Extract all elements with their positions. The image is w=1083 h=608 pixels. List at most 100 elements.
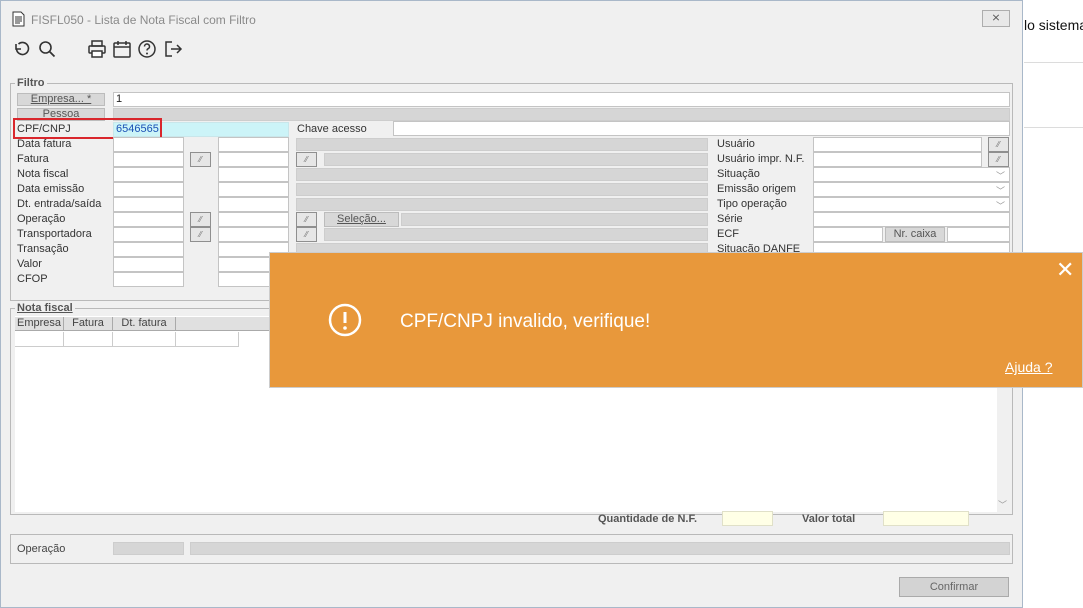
operacao-status-description	[190, 542, 1010, 555]
operacao-status-label: Operação	[17, 543, 66, 555]
error-toast: CPF/CNPJ invalido, verifique! Ajuda ? ✕	[269, 252, 1083, 388]
calendar-icon[interactable]	[112, 39, 132, 59]
data-fatura-to[interactable]	[218, 137, 289, 152]
operacao-from[interactable]	[113, 212, 184, 227]
serie-label: Série	[717, 213, 743, 225]
valor-total-field	[883, 511, 969, 526]
data-fatura-label: Data fatura	[17, 138, 72, 150]
usuario-impr-field[interactable]	[813, 152, 982, 167]
situacao-select[interactable]	[813, 167, 1010, 182]
search-icon[interactable]	[37, 39, 57, 59]
transportadora-from[interactable]	[113, 227, 184, 242]
nota-fiscal-from[interactable]	[113, 167, 184, 182]
usuario-field[interactable]	[813, 137, 982, 152]
table-cell[interactable]	[15, 332, 64, 347]
chevron-down-icon: ﹀	[996, 186, 1006, 196]
help-icon[interactable]	[137, 39, 157, 59]
middle-grey-field	[324, 228, 708, 241]
transportadora-lookup-button[interactable]: ⁄⁄	[190, 227, 211, 242]
empresa-field[interactable]: 1	[113, 92, 1010, 107]
data-emissao-label: Data emissão	[17, 183, 85, 195]
situacao-label: Situação	[717, 168, 760, 180]
fatura-to[interactable]	[218, 152, 289, 167]
data-emissao-from[interactable]	[113, 182, 184, 197]
title-bar: FISFL050 - Lista de Nota Fiscal com Filt…	[1, 1, 1022, 35]
nota-fiscal-label: Nota fiscal	[17, 168, 69, 180]
middle-grey-field	[296, 198, 708, 211]
ecf-field[interactable]	[813, 227, 883, 242]
confirmar-button[interactable]: Confirmar	[899, 577, 1009, 597]
background-divider	[1024, 127, 1083, 128]
transportadora-to[interactable]	[218, 227, 289, 242]
chave-acesso-label: Chave acesso	[297, 123, 367, 135]
filter-legend: Filtro	[15, 77, 47, 89]
usuario-lookup-button[interactable]: ⁄⁄	[988, 137, 1009, 152]
tipo-operacao-select[interactable]	[813, 197, 1010, 212]
column-header-empresa[interactable]: Empresa	[15, 317, 64, 331]
scroll-down-icon[interactable]: ﹀	[998, 498, 1007, 511]
ecf-label: ECF	[717, 228, 739, 240]
data-emissao-to[interactable]	[218, 182, 289, 197]
selecao-button[interactable]: Seleção...	[324, 212, 399, 227]
cfop-label: CFOP	[17, 273, 48, 285]
transacao-from[interactable]	[113, 242, 184, 257]
window-title: FISFL050 - Lista de Nota Fiscal com Filt…	[31, 13, 256, 27]
middle-grey-field	[296, 183, 708, 196]
operacao-to[interactable]	[218, 212, 289, 227]
data-fatura-from[interactable]	[113, 137, 184, 152]
dt-entrada-from[interactable]	[113, 197, 184, 212]
nr-caixa-field[interactable]	[947, 227, 1010, 242]
column-header-dt-fatura[interactable]: Dt. fatura	[113, 317, 176, 331]
table-cell[interactable]	[113, 332, 176, 347]
usuario-label: Usuário	[717, 138, 755, 150]
cpf-highlight-box	[13, 118, 162, 139]
table-cell[interactable]	[64, 332, 113, 347]
help-link[interactable]: Ajuda ?	[1005, 359, 1052, 375]
emissao-origem-select[interactable]	[813, 182, 1010, 197]
pessoa-field	[113, 108, 1010, 121]
nr-caixa-label: Nr. caixa	[885, 227, 945, 242]
column-header-fatura[interactable]: Fatura	[64, 317, 113, 331]
emissao-origem-label: Emissão origem	[717, 183, 796, 195]
operacao-label: Operação	[17, 213, 66, 225]
valor-total-label: Valor total	[802, 513, 856, 525]
nota-fiscal-to[interactable]	[218, 167, 289, 182]
window-close-button[interactable]: ⨯	[982, 10, 1010, 27]
serie-field[interactable]	[813, 212, 1010, 227]
fatura-label: Fatura	[17, 153, 49, 165]
dt-entrada-saida-label: Dt. entrada/saída	[17, 198, 102, 210]
selecao-lookup-button[interactable]: ⁄⁄	[296, 212, 317, 227]
middle-grey-field	[296, 168, 708, 181]
cfop-from[interactable]	[113, 272, 184, 287]
quantidade-label: Quantidade de N.F.	[598, 513, 698, 525]
tipo-operacao-label: Tipo operação	[717, 198, 787, 210]
quantidade-field	[722, 511, 773, 526]
fatura-lookup-button[interactable]: ⁄⁄	[190, 152, 211, 167]
table-cell[interactable]	[176, 332, 239, 347]
operacao-lookup-button[interactable]: ⁄⁄	[190, 212, 211, 227]
close-icon[interactable]: ✕	[1056, 259, 1074, 281]
transportadora-label: Transportadora	[17, 228, 92, 240]
dt-entrada-to[interactable]	[218, 197, 289, 212]
usuario-impr-lookup-button[interactable]: ⁄⁄	[988, 152, 1009, 167]
valor-label: Valor	[17, 258, 42, 270]
background-text: lo sistema	[1024, 17, 1083, 33]
chave-acesso-field[interactable]	[393, 121, 1010, 136]
middle-grey-field	[324, 153, 708, 166]
middle-lookup-button[interactable]: ⁄⁄	[296, 152, 317, 167]
exit-icon[interactable]	[163, 39, 183, 59]
usuario-impr-label: Usuário impr. N.F.	[717, 153, 805, 165]
alert-icon	[328, 303, 362, 337]
toast-message: CPF/CNPJ invalido, verifique!	[400, 311, 651, 332]
transacao-label: Transação	[17, 243, 69, 255]
chevron-down-icon: ﹀	[996, 171, 1006, 181]
chevron-down-icon: ﹀	[996, 201, 1006, 211]
operacao-status-field	[113, 542, 184, 555]
fatura-from[interactable]	[113, 152, 184, 167]
document-icon	[12, 11, 25, 27]
undo-icon[interactable]	[11, 39, 31, 59]
print-icon[interactable]	[87, 39, 107, 59]
valor-from[interactable]	[113, 257, 184, 272]
empresa-label-button[interactable]: Empresa... *	[17, 93, 105, 106]
middle-lookup-button-2[interactable]: ⁄⁄	[296, 227, 317, 242]
